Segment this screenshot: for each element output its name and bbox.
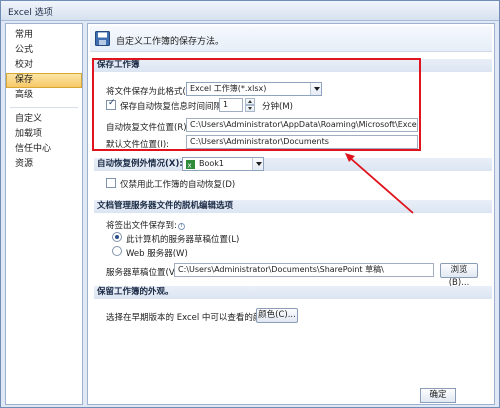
- info-icon: i: [177, 223, 185, 230]
- sidebar-divider: [10, 107, 78, 108]
- sidebar-item-resources[interactable]: 资源: [6, 157, 82, 172]
- autorecover-checkbox[interactable]: [106, 98, 116, 110]
- title-bar: Excel 选项: [1, 1, 499, 21]
- disable-autorecover-label: 仅禁用此工作簿的自动恢复(D): [120, 180, 236, 190]
- radio-web-server-label: Web 服务器(W): [126, 249, 188, 259]
- sidebar-item-common[interactable]: 常用: [6, 28, 82, 43]
- options-sidebar: 常用 公式 校对 保存 高级 自定义 加载项 信任中心 资源: [5, 23, 83, 405]
- minutes-label: 分钟(M): [262, 102, 293, 112]
- radio-web-server[interactable]: [112, 246, 122, 256]
- sidebar-item-formulas[interactable]: 公式: [6, 43, 82, 58]
- svg-text:x: x: [188, 162, 192, 170]
- save-options-panel: 自定义工作簿的保存方法。 保存工作簿 将文件保存为此格式(F): Excel 工…: [87, 23, 495, 405]
- floppy-disk-icon: [95, 31, 110, 46]
- sidebar-item-proofing[interactable]: 校对: [6, 58, 82, 73]
- workbook-dropdown[interactable]: x Book1: [182, 157, 264, 171]
- autorecover-location-input[interactable]: C:\Users\Administrator\AppData\Roaming\M…: [186, 118, 418, 132]
- save-to-text: 将签出文件保存到:: [106, 221, 177, 231]
- spin-down-icon[interactable]: [245, 105, 255, 112]
- sidebar-item-save[interactable]: 保存: [6, 73, 82, 88]
- section-autorecover-exceptions: 自动恢复例外情况(X):: [94, 158, 492, 171]
- sidebar-item-addins[interactable]: 加载项: [6, 127, 82, 142]
- sidebar-item-trust-center[interactable]: 信任中心: [6, 142, 82, 157]
- watermark-url: www.52ij.com: [331, 391, 387, 400]
- disable-autorecover-checkbox[interactable]: [106, 178, 116, 188]
- workbook-value: Book1: [199, 159, 224, 168]
- default-location-input[interactable]: C:\Users\Administrator\Documents: [186, 135, 418, 149]
- default-location-label: 默认文件位置(I):: [106, 140, 170, 150]
- radio-server-drafts-label: 此计算机的服务器草稿位置(L): [126, 235, 240, 245]
- drafts-location-input[interactable]: C:\Users\Administrator\Documents\SharePo…: [174, 263, 434, 277]
- save-format-dropdown[interactable]: Excel 工作簿(*.xlsx): [186, 82, 322, 96]
- section-offline-editing: 文档管理服务器文件的脱机编辑选项: [94, 200, 492, 213]
- save-format-label: 将文件保存为此格式(F):: [106, 87, 197, 97]
- window-title: Excel 选项: [8, 8, 53, 18]
- save-to-label: 将签出文件保存到: i: [106, 219, 185, 231]
- autorecover-label: 保存自动恢复信息时间间隔(A): [120, 102, 235, 112]
- section-save-workbook: 保存工作簿: [94, 59, 492, 72]
- chevron-down-icon: [310, 83, 321, 95]
- colors-text: 选择在早期版本的 Excel 中可以查看的颜色:: [106, 313, 273, 323]
- save-format-value: Excel 工作簿(*.xlsx): [190, 84, 267, 93]
- excel-options-window: Excel 选项 常用 公式 校对 保存 高级 自定义 加载项 信任中心 资源 …: [0, 0, 500, 408]
- drafts-location-label: 服务器草稿位置(V):: [106, 268, 181, 278]
- colors-button[interactable]: 颜色(C)...: [256, 308, 298, 323]
- radio-server-drafts[interactable]: [112, 232, 122, 242]
- excel-workbook-icon: x: [186, 160, 195, 169]
- spin-up-icon[interactable]: [245, 98, 255, 105]
- panel-header-text: 自定义工作簿的保存方法。: [116, 37, 225, 47]
- sidebar-item-customize[interactable]: 自定义: [6, 112, 82, 127]
- colors-label: 选择在早期版本的 Excel 中可以查看的颜色:i: [106, 311, 281, 323]
- panel-header: 自定义工作簿的保存方法。: [90, 26, 492, 52]
- autorecover-location-label: 自动恢复文件位置(R):: [106, 123, 190, 133]
- browse-button[interactable]: 浏览(B)...: [440, 263, 478, 288]
- sidebar-item-advanced[interactable]: 高级: [6, 88, 82, 103]
- chevron-down-icon: [252, 158, 263, 170]
- autorecover-minutes-input[interactable]: 1: [219, 98, 243, 112]
- annotation-arrow-icon: [345, 153, 414, 214]
- watermark-text: 我爱IT技术网: [301, 359, 454, 387]
- autorecover-exceptions-title: 自动恢复例外情况(X):: [97, 159, 183, 169]
- section-preserve-appearance: 保留工作簿的外观。: [94, 286, 492, 299]
- ok-button[interactable]: 确定: [420, 388, 456, 403]
